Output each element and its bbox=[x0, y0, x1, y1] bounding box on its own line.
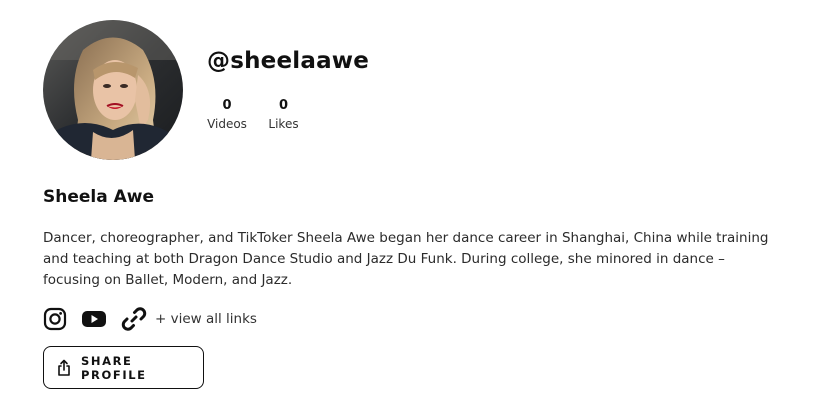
share-profile-label: SHARE PROFILE bbox=[81, 353, 147, 382]
videos-count: 0 bbox=[222, 98, 232, 113]
instagram-icon[interactable] bbox=[43, 307, 67, 331]
likes-label: Likes bbox=[268, 117, 299, 131]
profile-name: Sheela Awe bbox=[43, 187, 155, 207]
avatar bbox=[43, 20, 183, 160]
videos-stat: 0 Videos bbox=[204, 97, 250, 133]
youtube-icon[interactable] bbox=[81, 307, 107, 331]
profile-handle: @sheelaawe bbox=[207, 48, 370, 74]
profile-bio: Dancer, choreographer, and TikToker Shee… bbox=[43, 230, 769, 288]
likes-stat: 0 Likes bbox=[266, 97, 301, 133]
videos-label: Videos bbox=[207, 117, 247, 131]
link-icon[interactable] bbox=[121, 306, 147, 332]
profile-photo bbox=[43, 20, 183, 160]
likes-count: 0 bbox=[278, 98, 289, 113]
share-profile-button[interactable]: SHARE PROFILE bbox=[43, 346, 204, 389]
social-links: + view all links bbox=[43, 306, 257, 332]
view-all-links[interactable]: + view all links bbox=[155, 311, 257, 327]
share-icon bbox=[56, 359, 72, 377]
